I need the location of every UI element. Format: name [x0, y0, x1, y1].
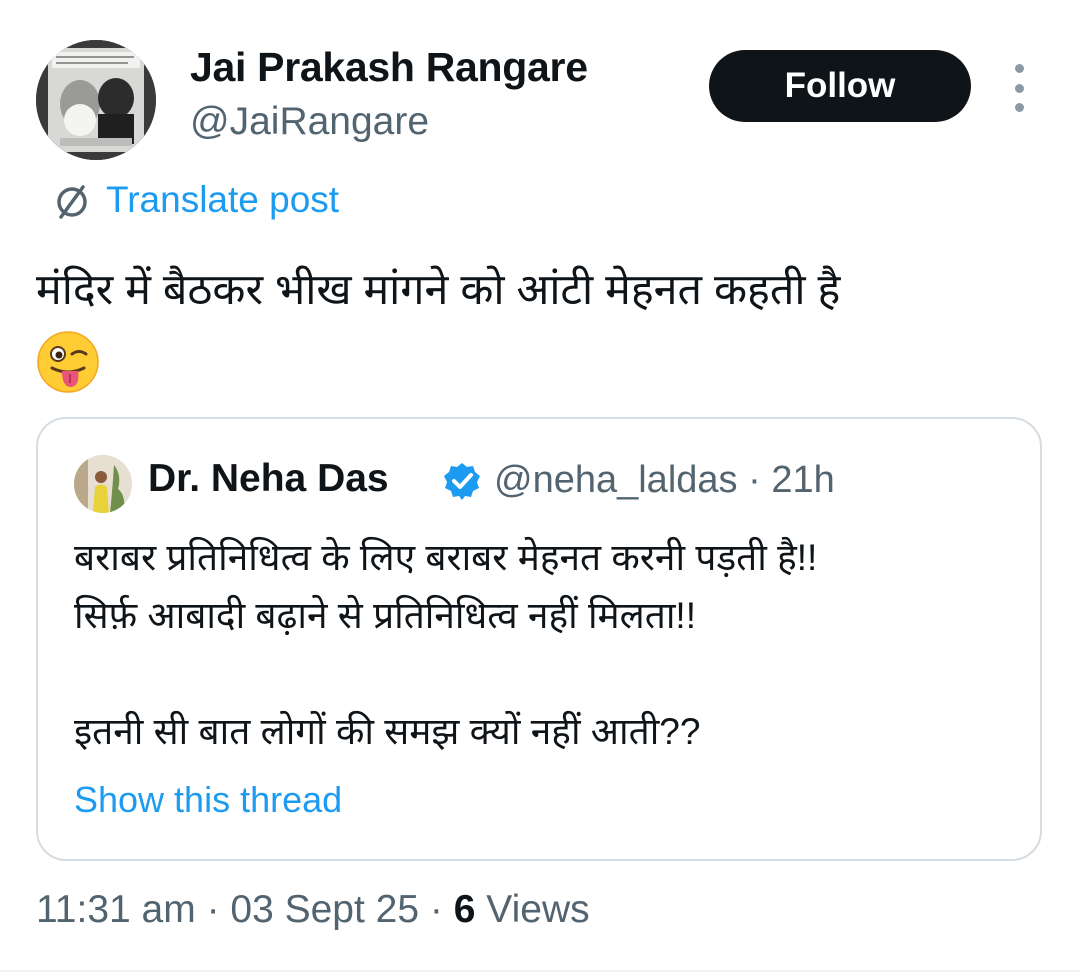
- post-metadata: 11:31 am · 03 Sept 25 · 6 Views: [36, 888, 590, 932]
- author-handle[interactable]: @JaiRangare: [190, 100, 429, 144]
- post-text: मंदिर में बैठकर भीख मांगने को आंटी मेहनत…: [36, 266, 841, 314]
- quoted-line-blank: [74, 645, 1014, 703]
- quoted-meta: @neha_laldas · 21h: [494, 459, 835, 502]
- follow-button[interactable]: Follow: [709, 50, 971, 122]
- author-name[interactable]: Jai Prakash Rangare: [190, 44, 588, 91]
- quoted-post-text: बराबर प्रतिनिधित्व के लिए बराबर मेहनत कर…: [74, 529, 1014, 761]
- views-count: 6: [453, 888, 476, 931]
- translate-post-label: Translate post: [106, 179, 340, 220]
- divider: [0, 970, 1080, 972]
- quoted-time[interactable]: 21h: [771, 459, 834, 501]
- quoted-line: इतनी सी बात लोगों की समझ क्यों नहीं आती?…: [74, 711, 701, 752]
- meta-separator: ·: [206, 888, 231, 931]
- views-label: Views: [486, 888, 590, 931]
- post-time[interactable]: 11:31 am: [36, 888, 196, 931]
- quoted-line: बराबर प्रतिनिधित्व के लिए बराबर मेहनत कर…: [74, 537, 818, 578]
- meta-separator: ·: [429, 888, 454, 931]
- quoted-author-handle[interactable]: @neha_laldas: [494, 459, 738, 501]
- quoted-author-avatar[interactable]: [74, 455, 132, 513]
- more-vertical-icon[interactable]: [1004, 64, 1034, 112]
- quoted-post-card[interactable]: Dr. Neha Das @neha_laldas · 21h बराबर प्…: [36, 417, 1042, 861]
- verified-badge-icon: [444, 463, 480, 500]
- quoted-line: सिर्फ़ आबादी बढ़ाने से प्रतिनिधित्व नहीं…: [74, 595, 696, 636]
- winking-face-with-tongue-icon: [37, 331, 99, 393]
- translate-icon: [57, 185, 87, 219]
- meta-separator: ·: [748, 459, 761, 501]
- quoted-author-name[interactable]: Dr. Neha Das: [148, 457, 389, 501]
- author-avatar[interactable]: [36, 40, 156, 160]
- post-date[interactable]: 03 Sept 25: [230, 888, 419, 931]
- translate-post-link[interactable]: Translate post: [50, 178, 339, 222]
- show-thread-link[interactable]: Show this thread: [74, 779, 342, 821]
